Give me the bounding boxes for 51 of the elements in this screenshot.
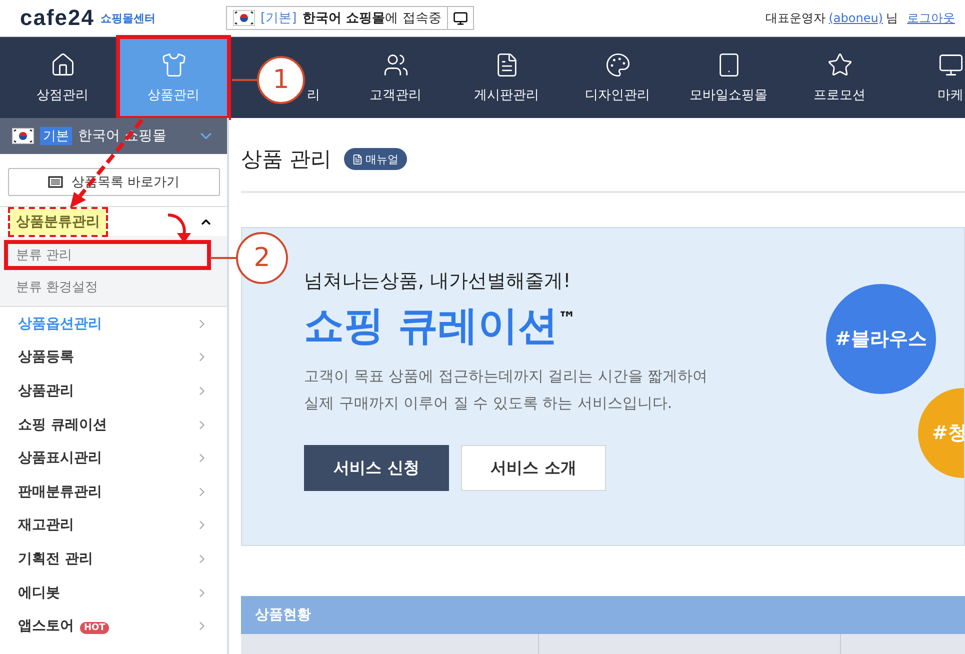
nav-tab[interactable]: 디자인관리 <box>585 52 650 104</box>
sidebar-item[interactable]: 기획전 관리 <box>0 542 227 576</box>
shirt-icon <box>160 52 186 78</box>
nav-tab[interactable]: 게시판관리 <box>474 52 539 104</box>
nav-tab[interactable]: 리 <box>307 86 320 104</box>
submenu-item[interactable]: 분류 환경설정 <box>8 276 207 298</box>
user-suffix: 님 <box>886 10 898 26</box>
document-icon <box>352 154 363 164</box>
nav-tab[interactable]: 프로모션 <box>814 52 866 104</box>
palette-icon <box>604 52 630 78</box>
hashtag-bubble: #블라우스 <box>826 284 936 394</box>
sidebar-item[interactable]: 앱스토어 HOT <box>0 609 227 643</box>
leader-line <box>232 79 257 81</box>
user-role: 대표운영자 <box>766 10 826 26</box>
sidebar-item[interactable]: 상품표시관리 <box>0 441 227 475</box>
flag-icon <box>232 10 255 26</box>
nav-tab[interactable]: 상점관리 <box>36 52 88 104</box>
curved-arrow <box>168 214 191 243</box>
sidebar-item[interactable]: 재고관리 <box>0 508 227 542</box>
home-icon <box>50 52 76 78</box>
page-title: 상품 관리 <box>241 146 332 173</box>
user-id-link[interactable]: (aboneu) <box>828 11 883 25</box>
nav-tab[interactable]: 마케 <box>938 52 964 104</box>
banner-description: 고객이 목표 상품에 접근하는데까지 걸리는 시간을 짧게하여 실제 구매까지 이루어 질 수 있도록 하는 서비스입니다. <box>304 366 709 414</box>
menu-group-header[interactable]: 상품분류관리 <box>0 206 227 236</box>
sidebar-item[interactable]: 쇼핑 큐레이션 <box>0 408 227 442</box>
shop-name: 한국어 쇼핑몰 <box>302 11 386 26</box>
product-status-header: 상품현황 <box>241 596 965 634</box>
nav-tab[interactable]: 모바일쇼핑몰 <box>690 52 768 104</box>
list-icon <box>48 176 64 188</box>
star-icon <box>826 52 852 78</box>
logo: cafe24 <box>20 5 95 31</box>
logout-link[interactable]: 로그아웃 <box>907 10 955 26</box>
monitor-icon <box>453 10 468 26</box>
banner-kicker: 넘쳐나는상품, 내가선별해줄게! <box>304 269 572 294</box>
service-button[interactable]: 서비스 소개 <box>461 445 606 491</box>
sidebar-item[interactable]: 상품관리 <box>0 374 227 408</box>
sidebar-item[interactable]: 판매분류관리 <box>0 474 227 509</box>
banner-title: 쇼핑 큐레이션$^{™}$ <box>304 302 576 351</box>
flag-icon <box>12 128 34 144</box>
nav-tab[interactable]: 고객관리 <box>370 52 422 104</box>
sidebar-item[interactable]: 상품등록 <box>0 340 227 374</box>
sidebar-item[interactable]: 에디봇 <box>0 576 227 610</box>
monitor-icon <box>938 52 964 78</box>
connection-text: 에 접속중 <box>385 11 442 26</box>
manual-button[interactable]: 매뉴얼 <box>344 148 407 170</box>
service-button[interactable]: 서비스 신청 <box>304 445 449 491</box>
shop-type-label: [기본] <box>260 10 297 27</box>
users-icon <box>382 52 408 78</box>
leader-line <box>210 257 236 259</box>
logo-subtitle: 쇼핑몰센터 <box>100 10 156 26</box>
